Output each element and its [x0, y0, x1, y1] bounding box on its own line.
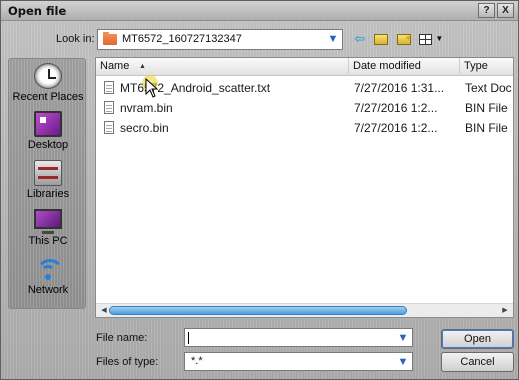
- file-icon: [104, 101, 114, 114]
- file-type: BIN File: [465, 101, 508, 115]
- open-file-dialog: Open file ? X Look in: MT6572_1607271323…: [0, 0, 519, 380]
- place-this-pc[interactable]: This PC: [9, 205, 87, 253]
- libraries-icon: [34, 160, 62, 186]
- computer-icon: [34, 209, 62, 234]
- back-arrow-icon[interactable]: ⇦: [351, 30, 369, 49]
- scroll-right-icon[interactable]: ▶: [499, 305, 511, 317]
- column-name[interactable]: Name ▲: [96, 58, 349, 76]
- file-row[interactable]: secro.bin 7/27/2016 1:2... BIN File: [96, 118, 513, 138]
- file-name: nvram.bin: [120, 101, 173, 115]
- place-label: Network: [27, 284, 69, 296]
- mouse-cursor-icon: [142, 75, 165, 102]
- look-in-label: Look in:: [56, 33, 95, 45]
- network-icon: [34, 256, 64, 282]
- chevron-down-icon[interactable]: ▼: [396, 331, 410, 346]
- place-recent-places[interactable]: Recent Places: [9, 61, 87, 109]
- file-list[interactable]: Name ▲ Date modified Type MT6572_Android…: [95, 57, 514, 318]
- help-button[interactable]: ?: [478, 3, 495, 18]
- places-bar: Recent Places Desktop Libraries This PC …: [8, 58, 86, 309]
- file-icon: [104, 121, 114, 134]
- open-button[interactable]: Open: [441, 329, 514, 349]
- files-of-type-select[interactable]: *.* ▼: [184, 352, 413, 371]
- scrollbar-thumb[interactable]: [109, 306, 407, 315]
- look-in-combo[interactable]: MT6572_160727132347 ▼: [97, 29, 343, 50]
- sort-ascending-icon: ▲: [139, 63, 146, 70]
- file-date: 7/27/2016 1:2...: [354, 101, 438, 115]
- place-label: Recent Places: [12, 91, 84, 103]
- look-in-value: MT6572_160727132347: [122, 33, 242, 45]
- dialog-title: Open file: [8, 4, 67, 18]
- file-name-label: File name:: [96, 332, 148, 344]
- file-date: 7/27/2016 1:2...: [354, 121, 438, 135]
- folder-icon: [103, 32, 117, 45]
- desktop-icon: [34, 111, 62, 137]
- place-label: Libraries: [26, 188, 70, 200]
- place-desktop[interactable]: Desktop: [9, 109, 87, 157]
- files-of-type-value: *.*: [191, 355, 203, 367]
- column-name-label: Name: [100, 60, 130, 72]
- column-type[interactable]: Type: [460, 58, 513, 76]
- files-of-type-label: Files of type:: [96, 356, 159, 368]
- new-folder-icon[interactable]: ✶: [394, 30, 414, 49]
- place-label: Desktop: [27, 139, 69, 151]
- file-type: Text Doc: [465, 81, 512, 95]
- close-button[interactable]: X: [497, 3, 514, 18]
- title-bar: Open file ? X: [1, 1, 518, 21]
- horizontal-scrollbar[interactable]: ◀ ▶: [96, 303, 513, 317]
- view-menu-icon[interactable]: ▼: [417, 30, 445, 49]
- clock-icon: [34, 63, 62, 89]
- place-label: This PC: [28, 235, 68, 247]
- column-header: Name ▲ Date modified Type: [96, 58, 513, 76]
- place-network[interactable]: Network: [9, 254, 87, 302]
- file-name-input[interactable]: ▼: [184, 328, 413, 347]
- chevron-down-icon[interactable]: ▼: [396, 355, 410, 370]
- cancel-button[interactable]: Cancel: [441, 352, 514, 372]
- place-libraries[interactable]: Libraries: [9, 158, 87, 206]
- column-date-modified[interactable]: Date modified: [349, 58, 460, 76]
- file-name: secro.bin: [120, 121, 169, 135]
- text-file-icon: [104, 81, 114, 94]
- text-caret: [188, 332, 189, 344]
- up-folder-icon[interactable]: [372, 30, 390, 49]
- file-type: BIN File: [465, 121, 508, 135]
- chevron-down-icon[interactable]: ▼: [326, 32, 340, 47]
- file-date: 7/27/2016 1:31...: [354, 81, 445, 95]
